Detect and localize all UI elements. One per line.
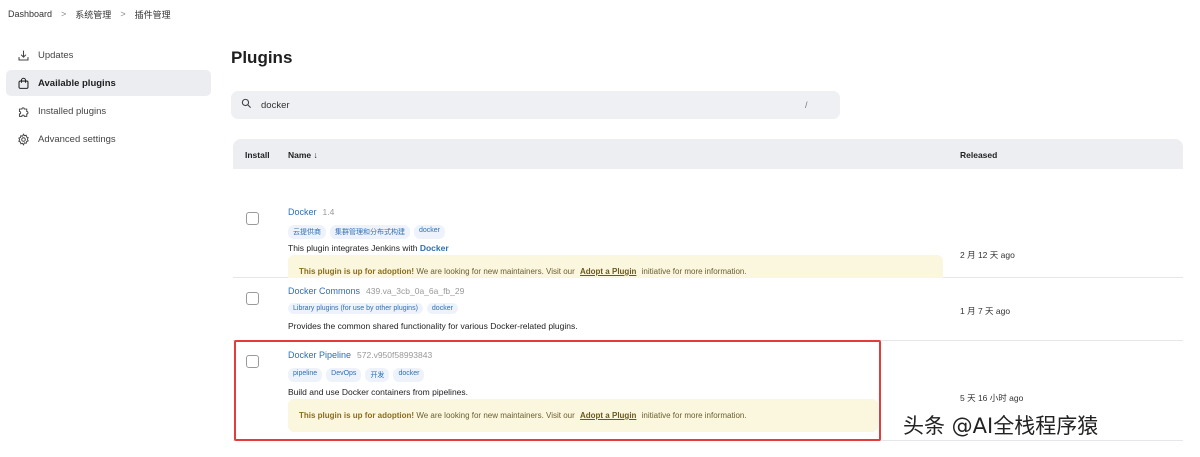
page-title: Plugins bbox=[231, 48, 293, 67]
plugin-description: This plugin integrates Jenkins with Dock… bbox=[288, 243, 449, 253]
plugin-version: 1.4 bbox=[322, 207, 335, 217]
breadcrumb-plugin-management[interactable]: 插件管理 bbox=[135, 8, 171, 21]
tag[interactable]: 云提供商 bbox=[288, 225, 326, 239]
released-date: 1 月 7 天 ago bbox=[960, 306, 1011, 316]
chevron-right-icon: > bbox=[61, 9, 67, 19]
sidebar: Updates Available plugins Installed plug… bbox=[6, 42, 211, 154]
table-header: Install Name ↓ Released bbox=[233, 139, 1183, 169]
gear-icon bbox=[16, 132, 30, 146]
tag[interactable]: docker bbox=[393, 368, 425, 382]
sidebar-item-advanced-settings[interactable]: Advanced settings bbox=[6, 126, 211, 152]
released-date: 5 天 16 小时 ago bbox=[960, 393, 1024, 403]
adoption-notice: This plugin is up for adoption! We are l… bbox=[288, 399, 878, 432]
adopt-a-plugin-link[interactable]: Adopt a Plugin bbox=[580, 411, 636, 420]
search-shortcut-hint: / bbox=[805, 100, 808, 110]
plugin-description: Build and use Docker containers from pip… bbox=[288, 387, 469, 397]
sidebar-item-label: Advanced settings bbox=[38, 133, 116, 145]
sidebar-item-installed-plugins[interactable]: Installed plugins bbox=[6, 98, 211, 124]
plugin-tags: pipeline DevOps 开发 docker bbox=[288, 368, 428, 382]
sidebar-item-updates[interactable]: Updates bbox=[6, 42, 211, 68]
puzzle-icon bbox=[16, 104, 30, 118]
description-link[interactable]: Docker bbox=[420, 243, 449, 253]
column-header-install: Install bbox=[245, 150, 270, 160]
sidebar-item-label: Installed plugins bbox=[38, 105, 107, 117]
sidebar-item-available-plugins[interactable]: Available plugins bbox=[6, 70, 211, 96]
adoption-suffix: initiative for more information. bbox=[639, 267, 747, 276]
table-row: Docker 1.4 云提供商 集群管理和分布式构建 docker This p… bbox=[233, 169, 1183, 288]
released-date: 2 月 12 天 ago bbox=[960, 250, 1015, 260]
tag[interactable]: 集群管理和分布式构建 bbox=[330, 225, 410, 239]
adoption-text: We are looking for new maintainers. Visi… bbox=[414, 411, 577, 420]
plugin-version: 439.va_3cb_0a_6a_fb_29 bbox=[366, 286, 465, 296]
plugin-name-link[interactable]: Docker bbox=[288, 207, 317, 217]
table-row: Docker Commons 439.va_3cb_0a_6a_fb_29 Li… bbox=[233, 278, 1183, 341]
description-text: This plugin integrates Jenkins with bbox=[288, 243, 420, 253]
install-checkbox[interactable] bbox=[246, 355, 259, 368]
plugins-table: Install Name ↓ Released Docker 1.4 云提供商 … bbox=[233, 139, 1183, 441]
tag[interactable]: docker bbox=[426, 303, 458, 314]
adoption-strong: This plugin is up for adoption! bbox=[299, 411, 415, 420]
breadcrumb-dashboard[interactable]: Dashboard bbox=[8, 9, 52, 19]
adopt-a-plugin-link[interactable]: Adopt a Plugin bbox=[580, 267, 636, 276]
adoption-suffix: initiative for more information. bbox=[639, 411, 747, 420]
search-bar[interactable]: / bbox=[231, 91, 840, 119]
plugin-name-link[interactable]: Docker Commons bbox=[288, 286, 360, 296]
search-input[interactable] bbox=[261, 99, 801, 111]
plugin-name-line: Docker Commons 439.va_3cb_0a_6a_fb_29 bbox=[288, 286, 464, 296]
tag[interactable]: docker bbox=[414, 225, 446, 239]
sidebar-item-label: Updates bbox=[38, 49, 74, 61]
column-header-released[interactable]: Released bbox=[960, 150, 997, 160]
plugin-name-line: Docker Pipeline 572.v950f58993843 bbox=[288, 350, 432, 360]
plugin-version: 572.v950f58993843 bbox=[357, 350, 433, 360]
install-checkbox[interactable] bbox=[246, 292, 259, 305]
sidebar-item-label: Available plugins bbox=[38, 77, 116, 89]
plugin-tags: Library plugins (for use by other plugin… bbox=[288, 303, 462, 314]
plugin-name-line: Docker 1.4 bbox=[288, 207, 334, 217]
tag[interactable]: pipeline bbox=[288, 368, 323, 382]
shopping-bag-icon bbox=[16, 76, 30, 90]
tag[interactable]: 开发 bbox=[365, 368, 390, 382]
tag[interactable]: Library plugins (for use by other plugin… bbox=[288, 303, 423, 314]
breadcrumb: Dashboard > 系统管理 > 插件管理 bbox=[0, 0, 1200, 28]
chevron-right-icon: > bbox=[120, 9, 126, 19]
plugin-tags: 云提供商 集群管理和分布式构建 docker bbox=[288, 225, 449, 239]
plugin-name-link[interactable]: Docker Pipeline bbox=[288, 350, 351, 360]
plugin-description: Provides the common shared functionality… bbox=[288, 321, 578, 331]
tag[interactable]: DevOps bbox=[326, 368, 362, 382]
search-icon bbox=[241, 96, 252, 114]
watermark: 头条 @AI全栈程序猿 bbox=[903, 414, 1099, 438]
download-icon bbox=[16, 48, 30, 62]
install-checkbox[interactable] bbox=[246, 212, 259, 225]
column-header-name[interactable]: Name ↓ bbox=[288, 150, 318, 160]
breadcrumb-system-management[interactable]: 系统管理 bbox=[75, 8, 111, 21]
adoption-strong: This plugin is up for adoption! bbox=[299, 267, 415, 276]
adoption-text: We are looking for new maintainers. Visi… bbox=[414, 267, 577, 276]
